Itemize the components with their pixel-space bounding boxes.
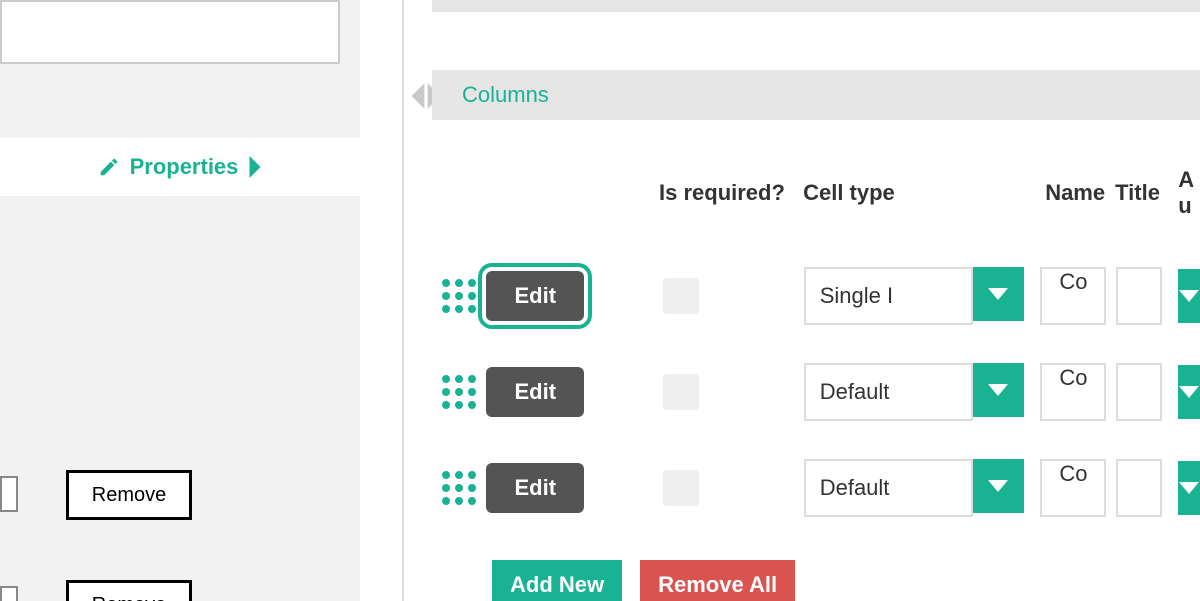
- cell-type-select[interactable]: Single I: [804, 267, 973, 325]
- tail-dropdown-toggle[interactable]: [1178, 365, 1200, 419]
- header-title: Title: [1105, 180, 1178, 206]
- name-input-value: Co: [1059, 365, 1087, 390]
- cell-type-dropdown-toggle[interactable]: [973, 459, 1024, 513]
- column-row: Edit Default Co: [432, 362, 1200, 422]
- chevron-down-icon: [1179, 481, 1199, 495]
- columns-header-row: Is required? Cell type Name Title Au: [432, 158, 1200, 228]
- left-panel: Properties Remove Remove: [0, 0, 360, 601]
- properties-label: Properties: [130, 154, 239, 180]
- title-input[interactable]: [1116, 267, 1162, 325]
- is-required-checkbox[interactable]: [663, 470, 699, 506]
- chevron-right-icon: [248, 156, 262, 178]
- left-small-box-2[interactable]: [0, 586, 18, 601]
- drag-handle[interactable]: [432, 471, 486, 505]
- description-input[interactable]: [0, 0, 340, 64]
- column-row: Edit Single I Co: [432, 266, 1200, 326]
- title-input[interactable]: [1116, 459, 1162, 517]
- name-input-value: Co: [1059, 461, 1087, 486]
- edit-button-label: Edit: [514, 475, 556, 501]
- remove-button[interactable]: Remove: [66, 470, 192, 520]
- name-input[interactable]: Co: [1040, 459, 1106, 517]
- chevron-left-icon: [410, 82, 426, 110]
- add-new-label: Add New: [510, 572, 604, 598]
- section-akoyago[interactable]: AkoyaGO: [432, 0, 1200, 12]
- tail-dropdown-toggle[interactable]: [1178, 461, 1200, 515]
- left-small-box-1[interactable]: [0, 476, 18, 512]
- chevron-down-icon: [988, 287, 1008, 301]
- chevron-down-icon: [1179, 289, 1199, 303]
- section-columns[interactable]: Columns: [432, 70, 1200, 120]
- cell-type-select[interactable]: Default: [804, 459, 973, 517]
- name-input-value: Co: [1059, 269, 1087, 294]
- tab-properties[interactable]: Properties: [0, 138, 360, 196]
- add-new-button[interactable]: Add New: [492, 560, 622, 601]
- edit-button[interactable]: Edit: [486, 367, 584, 417]
- cell-type-value: Single I: [820, 283, 893, 309]
- cell-type-select[interactable]: Default: [804, 363, 973, 421]
- remove-all-button[interactable]: Remove All: [640, 560, 795, 601]
- properties-panel: AkoyaGO Columns Is required? Cell type N…: [432, 0, 1200, 601]
- header-a: Au: [1178, 167, 1200, 220]
- remove-button-label: Remove: [92, 484, 166, 507]
- panel-divider: [402, 0, 404, 601]
- remove-button-2[interactable]: Remove: [66, 580, 192, 601]
- remove-all-label: Remove All: [658, 572, 777, 598]
- remove-button-2-label: Remove: [92, 594, 166, 601]
- edit-button-label: Edit: [514, 283, 556, 309]
- edit-button[interactable]: Edit: [486, 271, 584, 321]
- columns-footer: Add New Remove All: [492, 560, 795, 601]
- tail-dropdown-toggle[interactable]: [1178, 269, 1200, 323]
- drag-dots-icon: [442, 471, 476, 505]
- is-required-checkbox[interactable]: [663, 278, 699, 314]
- drag-dots-icon: [442, 279, 476, 313]
- is-required-checkbox[interactable]: [663, 374, 699, 410]
- drag-handle[interactable]: [432, 279, 486, 313]
- cell-type-value: Default: [820, 379, 890, 405]
- cell-type-dropdown-toggle[interactable]: [973, 267, 1024, 321]
- header-cell-type: Cell type: [803, 180, 1020, 206]
- name-input[interactable]: Co: [1040, 267, 1106, 325]
- chevron-down-icon: [1179, 385, 1199, 399]
- cell-type-dropdown-toggle[interactable]: [973, 363, 1024, 417]
- drag-dots-icon: [442, 375, 476, 409]
- edit-button-label: Edit: [514, 379, 556, 405]
- section-columns-label: Columns: [462, 82, 549, 108]
- header-is-required: Is required?: [659, 180, 803, 206]
- pencil-icon: [98, 156, 120, 178]
- title-input[interactable]: [1116, 363, 1162, 421]
- cell-type-value: Default: [820, 475, 890, 501]
- chevron-down-icon: [988, 479, 1008, 493]
- column-row: Edit Default Co: [432, 458, 1200, 518]
- drag-handle[interactable]: [432, 375, 486, 409]
- edit-button[interactable]: Edit: [486, 463, 584, 513]
- chevron-down-icon: [988, 383, 1008, 397]
- header-name: Name: [1020, 180, 1105, 206]
- name-input[interactable]: Co: [1040, 363, 1106, 421]
